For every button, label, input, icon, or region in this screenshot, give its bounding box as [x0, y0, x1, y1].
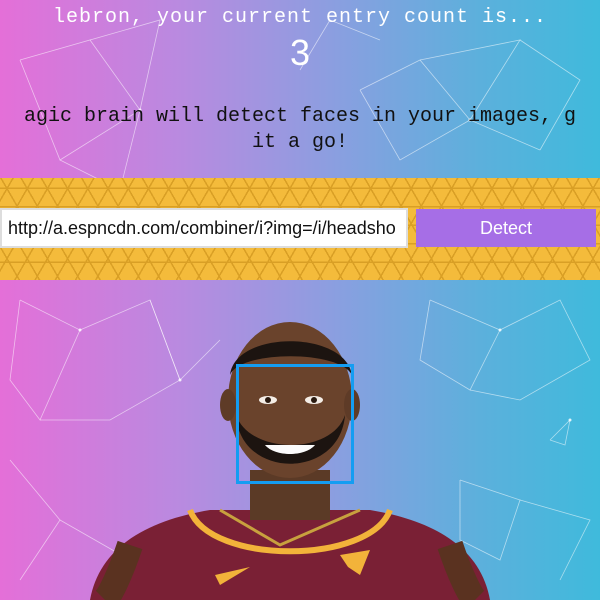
description-line-2: it a go!	[251, 131, 348, 154]
description-text: agic brain will detect faces in your ima…	[0, 104, 600, 156]
detect-button[interactable]: Detect	[416, 209, 596, 247]
face-bounding-box	[236, 364, 354, 484]
image-url-input[interactable]: http://a.espncdn.com/combiner/i?img=/i/h…	[0, 208, 408, 248]
entry-count-value: 3	[289, 32, 311, 73]
entry-count-text: lebron, your current entry count is...	[52, 6, 548, 29]
description-line-1: agic brain will detect faces in your ima…	[23, 105, 577, 128]
